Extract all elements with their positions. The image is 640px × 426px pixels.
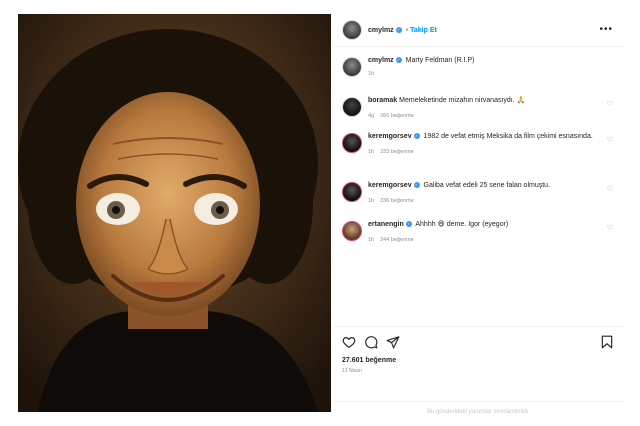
- instagram-post: cmylmz ✓ • Takip Et ••• cmylmz ✓ Marty Fe…: [18, 14, 623, 415]
- comment-icon[interactable]: [364, 335, 378, 349]
- post-header: cmylmz ✓ • Takip Et •••: [334, 14, 623, 47]
- commenter-avatar[interactable]: [342, 182, 362, 202]
- likes-count[interactable]: 27.601 beğenme: [342, 357, 396, 364]
- follow-button[interactable]: Takip Et: [410, 27, 437, 34]
- like-heart-icon[interactable]: [342, 335, 356, 349]
- comment-time: 1h: [368, 198, 375, 204]
- comment-text: 1982 de vefat etmiş Meksika da film çeki…: [423, 133, 593, 140]
- comment-likes[interactable]: 260 beğenme: [380, 113, 414, 119]
- like-comment-heart-icon[interactable]: ♡: [607, 185, 613, 193]
- comment-text: Galiba vefat edeli 25 sene falan olmuştu…: [423, 182, 551, 189]
- comment-text: Ahhhh 😄 deme. Igor (eyegor): [415, 221, 509, 228]
- post-date: 13 Nisan: [342, 368, 362, 374]
- portrait-image: [18, 14, 331, 412]
- comment-item: boramak Memeleketinde mizahın nirvanasıy…: [342, 96, 617, 121]
- bookmark-save-icon[interactable]: [601, 335, 613, 349]
- like-comment-heart-icon[interactable]: ♡: [607, 136, 613, 144]
- comment-username[interactable]: ertanengin: [368, 221, 404, 228]
- comment-username[interactable]: keremgorsev: [368, 133, 412, 140]
- post-photo[interactable]: [18, 14, 331, 412]
- verified-badge-icon: ✓: [395, 57, 402, 64]
- commenter-avatar[interactable]: [342, 133, 362, 153]
- author-avatar[interactable]: [342, 57, 362, 77]
- separator-dot: •: [405, 26, 409, 34]
- caption-username[interactable]: cmylmz: [368, 57, 394, 64]
- comment-time: 4g: [368, 113, 375, 119]
- like-comment-heart-icon[interactable]: ♡: [607, 100, 613, 108]
- comment-text: Memeleketinde mizahın nirvanasıydı. 🙏: [399, 97, 526, 104]
- caption-time: 1h: [368, 71, 375, 77]
- comment-item: keremgorsev ✓ Galiba vefat edeli 25 sene …: [342, 181, 617, 206]
- like-comment-heart-icon[interactable]: ♡: [607, 224, 613, 232]
- comment-item: keremgorsev ✓ 1982 de vefat etmiş Meksika…: [342, 132, 617, 157]
- comment-username[interactable]: keremgorsev: [368, 182, 412, 189]
- comment-time: 1h: [368, 237, 375, 243]
- more-horizontal-icon[interactable]: •••: [599, 24, 613, 35]
- comment-likes[interactable]: 333 beğenme: [380, 149, 414, 155]
- verified-badge-icon: ✓: [395, 27, 402, 33]
- verified-badge-icon: ✓: [413, 133, 420, 140]
- author-avatar[interactable]: [342, 20, 362, 40]
- verified-badge-icon: ✓: [413, 182, 420, 189]
- comments-panel: cmylmz ✓ • Takip Et ••• cmylmz ✓ Marty Fe…: [334, 14, 623, 415]
- comment-username[interactable]: boramak: [368, 97, 397, 104]
- comment-likes[interactable]: 336 beğenme: [380, 198, 414, 204]
- author-username[interactable]: cmylmz: [368, 27, 394, 34]
- comment-item: ertanengin ✓ Ahhhh 😄 deme. Igor (eyegor) …: [342, 220, 617, 245]
- caption-text: Marty Feldman (R.I.P): [405, 57, 475, 64]
- post-actions: 27.601 beğenme 13 Nisan Bu gönderideki y…: [334, 326, 623, 415]
- caption-row: cmylmz ✓ Marty Feldman (R.I.P) 1h: [342, 56, 617, 79]
- commenter-avatar[interactable]: [342, 221, 362, 241]
- comment-time: 1h: [368, 149, 375, 155]
- comment-likes[interactable]: 244 beğenme: [380, 237, 414, 243]
- share-send-icon[interactable]: [386, 335, 400, 349]
- verified-badge-icon: ✓: [405, 221, 412, 228]
- comments-limited-notice: Bu gönderideki yorumlar sınırlandırıldı.: [334, 401, 623, 421]
- commenter-avatar[interactable]: [342, 97, 362, 117]
